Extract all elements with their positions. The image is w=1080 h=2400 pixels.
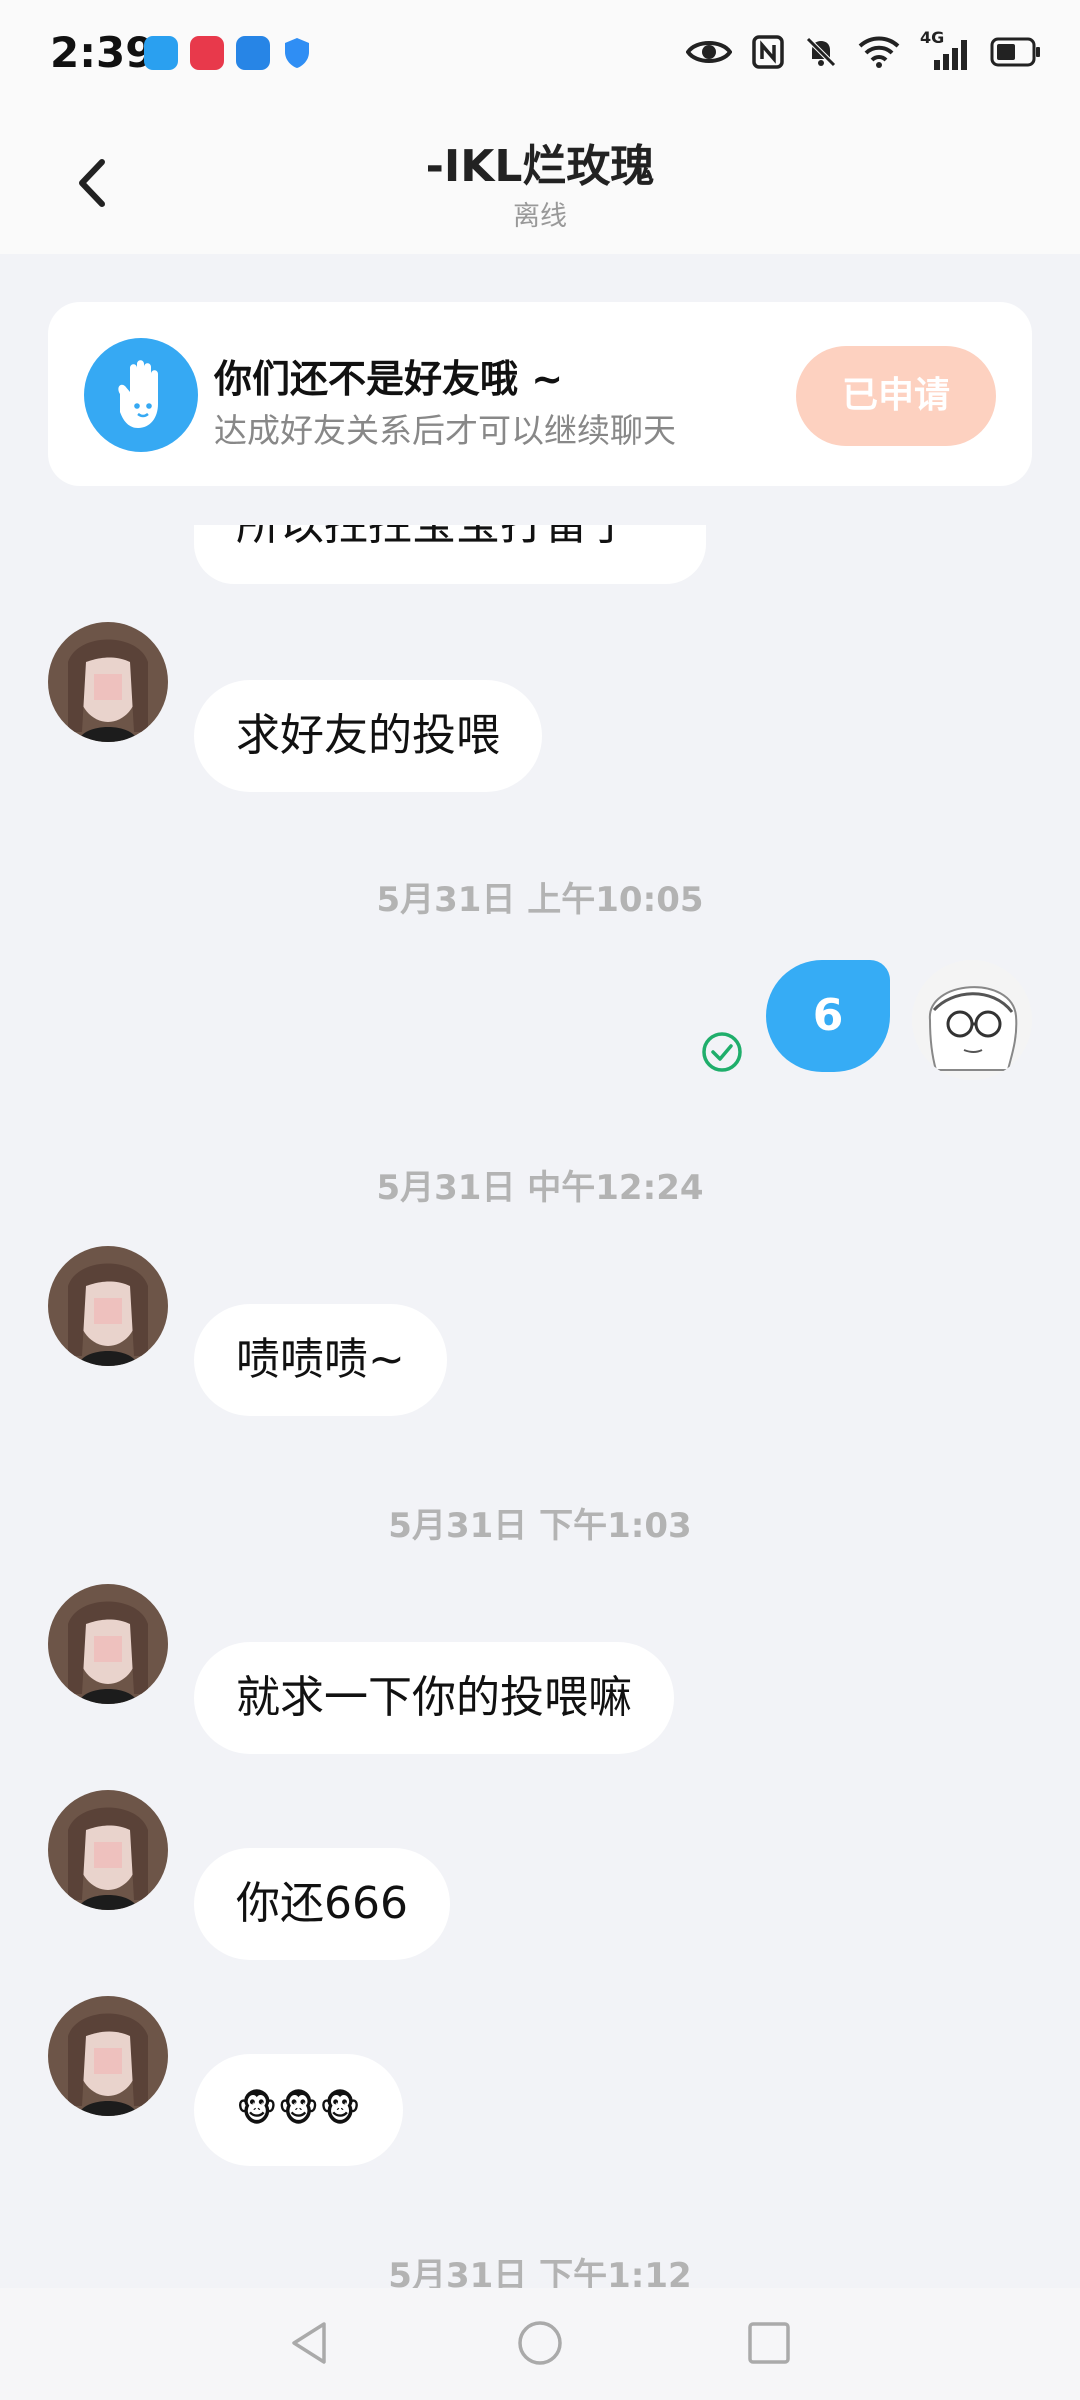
message-bubble: 就求一下你的投喂嘛 — [194, 1642, 674, 1754]
wifi-icon — [858, 36, 900, 68]
my-avatar[interactable] — [912, 960, 1032, 1080]
square-recents-icon — [748, 2322, 790, 2364]
contact-name: -IKL烂玫瑰 — [425, 141, 655, 192]
huawei-store-icon — [190, 36, 224, 70]
message-bubble: 求好友的投喂 — [194, 680, 542, 792]
status-bar: 2:39 4G — [0, 0, 1080, 110]
message-bubble-partial: 所以拄拄宝宝打留了 — [194, 520, 706, 584]
contact-avatar[interactable] — [48, 1584, 168, 1704]
status-time: 2:39 — [50, 28, 155, 77]
app-icon — [236, 36, 270, 70]
contact-status: 离线 — [513, 201, 567, 232]
not-friends-notice: 你们还不是好友哦 ~ 达成好友关系后才可以继续聊天 已申请 — [48, 302, 1032, 486]
notice-title: 你们还不是好友哦 ~ — [214, 357, 564, 401]
network-type-label: 4G — [920, 28, 945, 47]
message-timestamp: 5月31日 上午10:05 — [376, 880, 704, 920]
read-check-icon — [700, 1030, 744, 1074]
battery-icon — [990, 37, 1040, 67]
chat-header: -IKL烂玫瑰 离线 — [0, 110, 1080, 254]
sent-message-bubble: 6 — [766, 960, 890, 1072]
status-system-icons: 4G — [686, 28, 1042, 70]
nav-recents-button[interactable] — [744, 2318, 794, 2372]
message-bubble: 啧啧啧~ — [194, 1304, 447, 1416]
circle-home-icon — [518, 2321, 562, 2365]
contact-avatar[interactable] — [48, 622, 168, 742]
divider — [0, 485, 1080, 525]
shield-icon — [282, 36, 316, 70]
message-timestamp: 5月31日 中午12:24 — [376, 1168, 704, 1208]
contact-avatar[interactable] — [48, 1246, 168, 1366]
message-bubble: 你还666 — [194, 1848, 450, 1960]
triangle-back-icon — [292, 2322, 326, 2364]
nav-home-button[interactable] — [515, 2318, 565, 2372]
wave-hand-icon — [84, 338, 198, 452]
system-nav-bar — [0, 2288, 1080, 2400]
notice-subtitle: 达成好友关系后才可以继续聊天 — [214, 411, 676, 450]
status-app-icons — [144, 36, 316, 70]
contact-avatar[interactable] — [48, 1996, 168, 2116]
contact-avatar[interactable] — [48, 1790, 168, 1910]
message-bubble: 🐵🐵🐵 — [194, 2054, 403, 2166]
nfc-icon — [752, 35, 784, 69]
mute-icon — [806, 37, 836, 67]
signal-4g-icon: 4G — [920, 28, 970, 70]
message-timestamp: 5月31日 下午1:03 — [388, 1506, 692, 1546]
eye-icon — [686, 41, 732, 63]
nav-back-button[interactable] — [284, 2318, 334, 2372]
applied-button[interactable]: 已申请 — [796, 346, 996, 446]
message-app-icon — [144, 36, 178, 70]
